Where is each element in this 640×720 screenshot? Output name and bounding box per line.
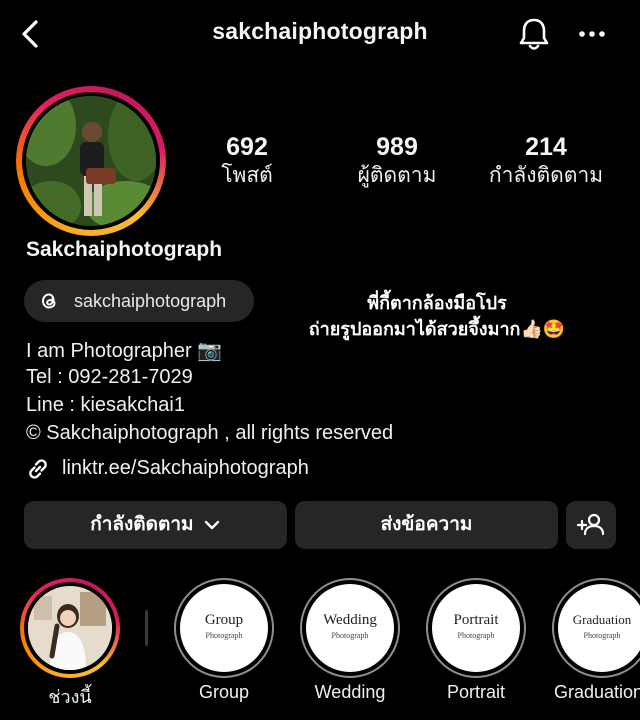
highlight-group-cover: Group Photograph xyxy=(180,584,268,672)
highlight-graduation-cover: Graduation Photograph xyxy=(558,584,640,672)
profile-avatar[interactable] xyxy=(16,86,166,236)
highlight-portrait-cover: Portrait Photograph xyxy=(432,584,520,672)
highlight-label: Portrait xyxy=(446,682,506,702)
bio-line-3: Line : kiesakchai1 xyxy=(26,394,185,416)
bell-icon xyxy=(519,18,549,50)
threads-icon xyxy=(42,293,56,309)
note-line-2: ถ่ายรูปออกมาได้สวยจึ้งมาก👍🏻🤩 xyxy=(308,319,566,339)
back-chevron-icon xyxy=(22,20,38,48)
chevron-down-icon xyxy=(204,520,219,530)
stat-following-value: 214 xyxy=(525,133,567,161)
back-button[interactable] xyxy=(14,16,50,52)
display-name: Sakchaiphotograph xyxy=(26,238,223,261)
stat-posts-value: 692 xyxy=(226,133,268,161)
highlight-wedding-cover: Wedding Photograph xyxy=(306,584,394,672)
profile-note[interactable]: พี่กี้ตากล้องมือโปร ถ่ายรูปออกมาได้สวยจึ… xyxy=(272,290,602,342)
stat-followers-value: 989 xyxy=(376,133,418,161)
stat-followers-label: ผู้ติดตาม xyxy=(357,164,437,187)
highlight-graduation[interactable]: Graduation Photograph xyxy=(552,578,640,678)
stat-following-label: กำลังติดตาม xyxy=(488,164,604,187)
suggested-users-button[interactable] xyxy=(566,501,616,549)
highlight-recent-cover xyxy=(28,586,112,670)
highlight-label: ช่วงนี้ xyxy=(48,687,92,707)
threads-profile-button[interactable]: sakchaiphotograph xyxy=(24,280,254,322)
stat-posts[interactable]: 692 โพสต์ xyxy=(172,132,322,190)
stat-following[interactable]: 214 กำลังติดตาม xyxy=(471,132,621,190)
more-options-button[interactable] xyxy=(572,14,612,54)
profile-link-text: linktr.ee/Sakchaiphotograph xyxy=(62,457,309,479)
bio-line-1: I am Photographer 📷 xyxy=(26,340,223,362)
highlight-recent[interactable] xyxy=(20,578,120,678)
link-icon xyxy=(29,459,47,479)
highlight-label: Wedding xyxy=(314,682,386,702)
notifications-button[interactable] xyxy=(514,14,554,54)
avatar-photo xyxy=(26,96,156,226)
message-button[interactable]: ส่งข้อความ xyxy=(295,501,558,549)
more-dots-icon xyxy=(579,31,605,37)
profile-link[interactable]: linktr.ee/Sakchaiphotograph xyxy=(24,455,354,483)
note-line-1: พี่กี้ตากล้องมือโปร xyxy=(367,293,507,313)
following-button-label: กำลังติดตาม xyxy=(90,514,194,535)
threads-handle: sakchaiphotograph xyxy=(74,291,227,311)
add-person-icon xyxy=(576,513,605,536)
highlight-portrait[interactable]: Portrait Photograph xyxy=(426,578,526,678)
highlights-divider xyxy=(145,610,148,646)
message-button-label: ส่งข้อความ xyxy=(380,514,473,535)
following-button[interactable]: กำลังติดตาม xyxy=(24,501,287,549)
highlight-label: Group xyxy=(198,682,250,702)
highlight-label: Graduation xyxy=(554,682,640,702)
bio-line-4: © Sakchaiphotograph , all rights reserve… xyxy=(26,422,394,444)
bio-line-2: Tel : 092-281-7029 xyxy=(26,366,193,388)
stat-posts-label: โพสต์ xyxy=(221,164,273,187)
highlight-wedding[interactable]: Wedding Photograph xyxy=(300,578,400,678)
highlight-group[interactable]: Group Photograph xyxy=(174,578,274,678)
page-title: sakchaiphotograph xyxy=(212,18,428,44)
stat-followers[interactable]: 989 ผู้ติดตาม xyxy=(322,132,472,190)
